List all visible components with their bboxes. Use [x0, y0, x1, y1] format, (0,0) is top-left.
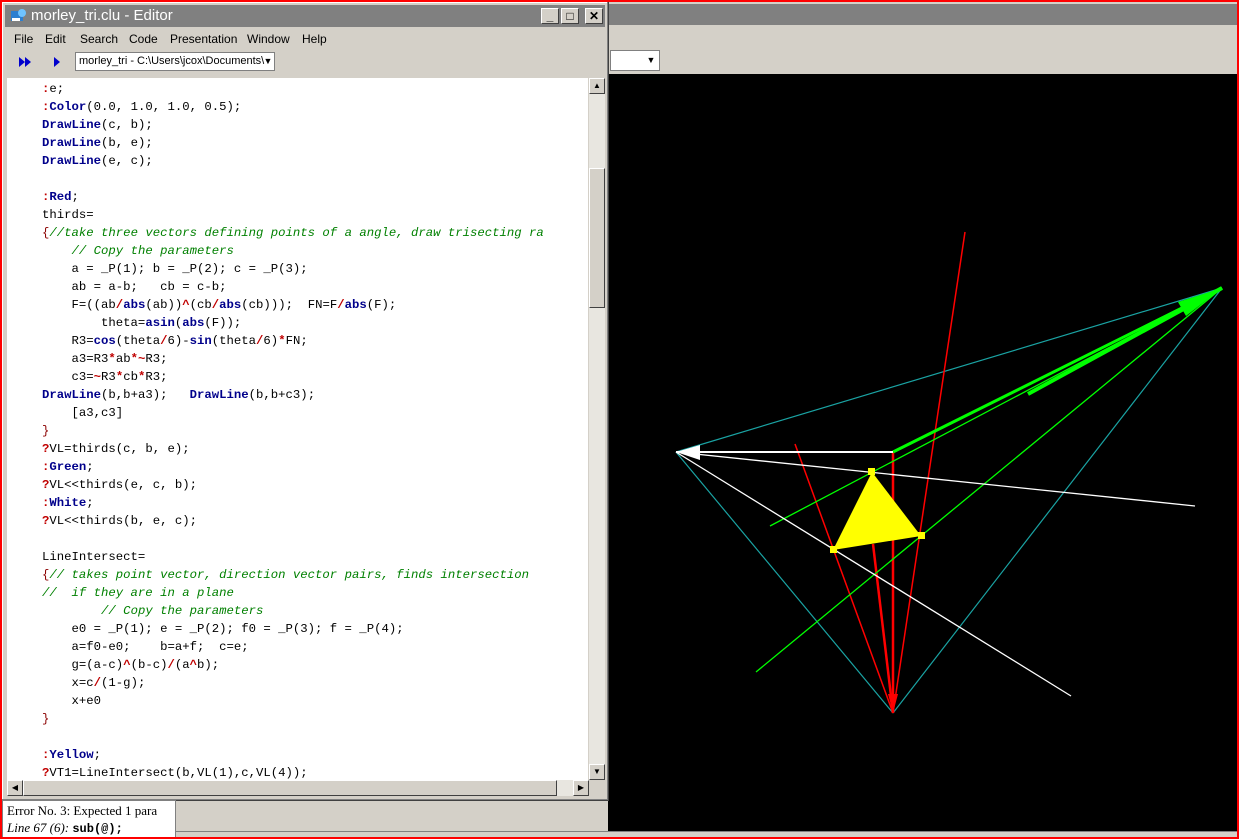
- code-line[interactable]: DrawLine(e, c);: [42, 152, 153, 170]
- error-panel: Error No. 3: Expected 1 para Line 67 (6)…: [2, 800, 176, 839]
- cyan-edge-be: [675, 451, 894, 714]
- code-line[interactable]: DrawLine(c, b);: [42, 116, 153, 134]
- cyan-edge-ec: [892, 287, 1223, 714]
- minimize-button[interactable]: _: [541, 8, 559, 24]
- code-line[interactable]: x+e0: [42, 692, 102, 710]
- maximize-icon: □: [566, 9, 574, 23]
- code-line[interactable]: LineIntersect=: [42, 548, 145, 566]
- error-message: Error No. 3: Expected 1 para: [7, 803, 158, 818]
- menu-code[interactable]: Code: [129, 32, 158, 46]
- code-line[interactable]: thirds=: [42, 206, 94, 224]
- viewer-combo[interactable]: ▼: [610, 50, 660, 71]
- code-line[interactable]: F=((ab/abs(ab))^(cb/abs(cb))); FN=F/abs(…: [42, 296, 397, 314]
- window-title: morley_tri.clu - Editor: [31, 7, 173, 24]
- code-line[interactable]: c3=~R3*cb*R3;: [42, 368, 168, 386]
- green-vector-1: [892, 286, 1223, 454]
- viewer-canvas[interactable]: [608, 74, 1237, 831]
- code-line[interactable]: g=(a-c)^(b-c)/(a^b);: [42, 656, 220, 674]
- code-line[interactable]: :White;: [42, 494, 94, 512]
- file-path-combo[interactable]: morley_tri - C:\Users\jcox\Documents\: [75, 52, 275, 71]
- scroll-down-button[interactable]: ▼: [589, 764, 605, 780]
- error-code: sub(@);: [72, 822, 123, 836]
- code-line[interactable]: // Copy the parameters: [42, 242, 234, 260]
- white-arrowhead: [676, 445, 700, 460]
- cyan-edge-cb: [675, 287, 1223, 453]
- code-line[interactable]: ?VL<<thirds(b, e, c);: [42, 512, 197, 530]
- code-line[interactable]: [a3,c3]: [42, 404, 124, 422]
- scroll-left-button[interactable]: ◀: [7, 780, 23, 796]
- yellow-vertex-1: [868, 468, 875, 475]
- yellow-vertex-2: [918, 532, 925, 539]
- code-line[interactable]: ?VL=thirds(c, b, e);: [42, 440, 190, 458]
- yellow-vertex-3: [830, 546, 837, 553]
- maximize-button[interactable]: □: [561, 8, 579, 24]
- editor-window: morley_tri.clu - Editor _ □ ✕ File Edit …: [2, 2, 609, 801]
- vertical-scroll-thumb[interactable]: [589, 168, 605, 308]
- code-line[interactable]: }: [42, 422, 49, 440]
- yellow-morley-triangle: [833, 472, 921, 550]
- viewer-toolbar: ▼: [608, 47, 1237, 74]
- code-line[interactable]: // Copy the parameters: [42, 602, 263, 620]
- menu-presentation[interactable]: Presentation: [170, 32, 237, 46]
- code-line[interactable]: ?VL<<thirds(e, c, b);: [42, 476, 197, 494]
- red-trisector-1: [892, 231, 966, 714]
- editor-menubar: File Edit Search Code Presentation Windo…: [5, 29, 605, 49]
- viewer-titlebar: [608, 4, 1237, 25]
- editor-titlebar[interactable]: morley_tri.clu - Editor _ □ ✕: [5, 5, 605, 27]
- close-button[interactable]: ✕: [585, 8, 603, 24]
- white-trisector-1: [675, 451, 1196, 507]
- viewer-menubar: [608, 25, 1237, 48]
- code-line[interactable]: R3=cos(theta/6)-sin(theta/6)*FN;: [42, 332, 308, 350]
- code-line[interactable]: }: [42, 710, 49, 728]
- green-arrowhead: [1178, 288, 1222, 316]
- code-line[interactable]: :Color(0.0, 1.0, 1.0, 0.5);: [42, 98, 241, 116]
- code-line[interactable]: :Green;: [42, 458, 94, 476]
- menu-help[interactable]: Help: [302, 32, 327, 46]
- code-line[interactable]: ab = a-b; cb = c-b;: [42, 278, 227, 296]
- code-line[interactable]: :e;: [42, 80, 64, 98]
- chevron-down-icon[interactable]: ▼: [261, 53, 275, 70]
- horizontal-scrollbar[interactable]: ◀ ▶: [7, 780, 589, 796]
- code-line[interactable]: {//take three vectors defining points of…: [42, 224, 544, 242]
- code-line[interactable]: a = _P(1); b = _P(2); c = _P(3);: [42, 260, 308, 278]
- minimize-icon: _: [546, 9, 554, 23]
- code-line[interactable]: :Yellow;: [42, 746, 101, 764]
- menu-search[interactable]: Search: [80, 32, 118, 46]
- error-location: Line 67 (6): sub(@);: [7, 820, 123, 836]
- horizontal-scroll-thumb[interactable]: [23, 780, 557, 796]
- code-line[interactable]: // if they are in a plane: [42, 584, 234, 602]
- code-line[interactable]: x=c/(1-g);: [42, 674, 146, 692]
- green-trisector-2: [755, 287, 1223, 673]
- menu-window[interactable]: Window: [247, 32, 290, 46]
- code-line[interactable]: e0 = _P(1); e = _P(2); f0 = _P(3); f = _…: [42, 620, 404, 638]
- run-all-icon[interactable]: [17, 54, 33, 70]
- vertical-scrollbar[interactable]: ▲ ▼: [589, 78, 605, 780]
- scroll-right-button[interactable]: ▶: [573, 780, 589, 796]
- scroll-up-button[interactable]: ▲: [589, 78, 605, 94]
- error-line-ref: Line 67 (6):: [7, 820, 70, 835]
- code-editor[interactable]: :e;:Color(0.0, 1.0, 1.0, 0.5); DrawLine(c…: [7, 78, 588, 780]
- file-path-text: morley_tri - C:\Users\jcox\Documents\: [79, 55, 265, 67]
- code-line[interactable]: a=f0-e0; b=a+f; c=e;: [42, 638, 249, 656]
- code-line[interactable]: ?VT1=LineIntersect(b,VL(1),c,VL(4));: [42, 764, 308, 780]
- code-line[interactable]: a3=R3*ab*~R3;: [42, 350, 168, 368]
- menu-edit[interactable]: Edit: [45, 32, 66, 46]
- app-icon: [11, 9, 26, 21]
- scene-graphic: [675, 231, 1223, 714]
- run-icon[interactable]: [49, 54, 65, 70]
- viewer-statusbar: [175, 831, 1237, 838]
- editor-toolbar: morley_tri - C:\Users\jcox\Documents\ ▼: [5, 50, 605, 74]
- code-line[interactable]: DrawLine(b,b+a3); DrawLine(b,b+c3);: [42, 386, 315, 404]
- chevron-down-icon[interactable]: ▼: [644, 52, 658, 67]
- code-line[interactable]: DrawLine(b, e);: [42, 134, 153, 152]
- code-line[interactable]: theta=asin(abs(F));: [42, 314, 241, 332]
- close-icon: ✕: [588, 9, 600, 23]
- code-line[interactable]: :Red;: [42, 188, 79, 206]
- menu-file[interactable]: File: [14, 32, 33, 46]
- code-line[interactable]: {// takes point vector, direction vector…: [42, 566, 529, 584]
